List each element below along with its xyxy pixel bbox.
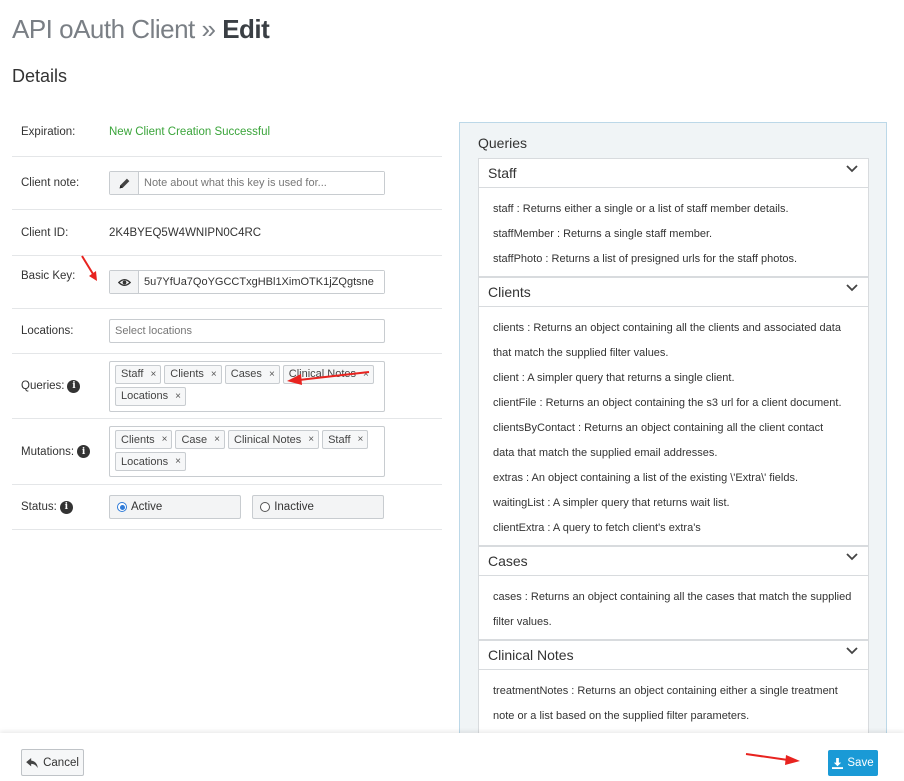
page-title-action: Edit <box>222 14 270 44</box>
remove-tag-icon[interactable]: × <box>308 434 314 445</box>
query-group-body-clinical-notes: treatmentNotes : Returns an object conta… <box>478 670 869 734</box>
download-icon <box>832 757 844 769</box>
status-label-wrap: Status: i <box>12 500 109 514</box>
page-title: API oAuth Client » Edit <box>12 14 270 45</box>
footer-bar: Cancel Save <box>0 733 904 781</box>
remove-tag-icon[interactable]: × <box>175 391 181 402</box>
query-description: cases : Returns an object containing all… <box>493 591 852 603</box>
eye-icon[interactable] <box>110 271 139 293</box>
basic-key-field <box>109 270 385 294</box>
mutations-label-wrap: Mutations: i <box>12 445 109 458</box>
cancel-button[interactable]: Cancel <box>21 749 84 776</box>
query-group-header-cases[interactable]: Cases <box>478 546 869 576</box>
info-icon[interactable]: i <box>59 500 73 514</box>
queries-row: Queries: i Staff × Clients × Cases × Clinic… <box>12 354 442 419</box>
query-description: client : A simpler query that returns a … <box>493 372 735 384</box>
status-label: Status: <box>21 501 57 513</box>
chevron-down-icon[interactable] <box>846 160 858 176</box>
queries-panel: Queries Staff staff : Returns either a s… <box>459 122 887 762</box>
query-description: clientExtra : A query to fetch client's … <box>493 522 701 534</box>
basic-key-input[interactable] <box>139 271 384 293</box>
queries-panel-title: Queries <box>478 135 528 151</box>
query-description: clientFile : Returns an object containin… <box>493 397 842 409</box>
query-group-body-cases: cases : Returns an object containing all… <box>478 576 869 640</box>
query-tag: Locations × <box>115 386 186 406</box>
client-note-label: Client note: <box>21 177 80 189</box>
remove-tag-icon[interactable]: × <box>358 434 364 445</box>
status-active-radio[interactable]: Active <box>109 495 241 519</box>
remove-tag-icon[interactable]: × <box>214 434 220 445</box>
query-description: staff : Returns either a single or a lis… <box>493 203 789 215</box>
client-id-label: Client ID: <box>21 226 69 239</box>
radio-checked-icon <box>117 502 127 512</box>
info-icon[interactable]: i <box>67 379 81 393</box>
query-tag: Clients × <box>164 364 222 384</box>
radio-unchecked-icon <box>260 502 271 512</box>
query-description: filter values. <box>493 616 552 628</box>
remove-tag-icon[interactable]: × <box>211 369 217 380</box>
locations-row: Locations: <box>12 309 442 354</box>
remove-tag-icon[interactable]: × <box>363 369 369 380</box>
expiration-label: Expiration: <box>21 126 76 138</box>
mutations-label: Mutations: <box>21 445 75 458</box>
locations-select[interactable] <box>109 319 385 343</box>
query-description: waitingList : A simpler query that retur… <box>493 497 730 509</box>
expiration-value: New Client Creation Successful <box>109 126 271 138</box>
query-group-body-staff: staff : Returns either a single or a lis… <box>478 188 869 277</box>
chevron-down-icon[interactable] <box>846 642 858 658</box>
remove-tag-icon[interactable]: × <box>269 369 275 380</box>
query-group-header-clinical-notes[interactable]: Clinical Notes <box>478 640 869 670</box>
basic-key-row: Basic Key: <box>12 256 442 309</box>
query-tag: Staff × <box>115 364 162 384</box>
client-id-row: Client ID: 2K4BYEQ5W4WNIPN0C4RC <box>12 210 442 256</box>
query-description: note or a list based on the supplied fil… <box>493 710 750 722</box>
mutations-row: Mutations: i Clients × Case × Clinical Not… <box>12 419 442 485</box>
query-description: that match the supplied filter values. <box>493 347 669 359</box>
query-description: extras : An object containing a list of … <box>493 472 799 484</box>
status-inactive-radio[interactable]: Inactive <box>252 495 385 519</box>
client-id-value: 2K4BYEQ5W4WNIPN0C4RC <box>109 226 262 239</box>
query-tag: Cases × <box>224 364 280 384</box>
query-group-header-clients[interactable]: Clients <box>478 277 869 307</box>
queries-label: Queries: <box>21 380 65 392</box>
query-group-body-clients: clients : Returns an object containing a… <box>478 307 869 546</box>
query-description: clients : Returns an object containing a… <box>493 322 841 334</box>
mutation-tag: Clinical Notes × <box>228 430 320 449</box>
remove-tag-icon[interactable]: × <box>150 369 156 380</box>
client-form: Expiration: New Client Creation Successf… <box>12 108 442 530</box>
pencil-icon[interactable] <box>110 172 139 194</box>
chevron-down-icon[interactable] <box>846 279 858 295</box>
reply-arrow-icon <box>26 757 38 768</box>
chevron-down-icon[interactable] <box>846 548 858 564</box>
mutation-tag: Case × <box>175 430 225 449</box>
locations-label: Locations: <box>21 325 74 337</box>
queries-label-wrap: Queries: i <box>12 379 109 393</box>
query-description: staffPhoto : Returns a list of presigned… <box>493 253 798 265</box>
page-title-prefix: API oAuth Client » <box>12 14 216 44</box>
client-note-row: Client note: <box>12 157 442 210</box>
query-description: treatmentNotes : Returns an object conta… <box>493 685 838 697</box>
mutations-tag-input[interactable]: Clients × Case × Clinical Notes × Staff × Lo… <box>109 426 385 477</box>
query-description: staffMember : Returns a single staff mem… <box>493 228 713 240</box>
remove-tag-icon[interactable]: × <box>175 456 181 467</box>
expiration-row: Expiration: New Client Creation Successf… <box>12 108 442 157</box>
client-note-field <box>109 171 385 195</box>
save-button[interactable]: Save <box>828 750 878 776</box>
queries-tag-input[interactable]: Staff × Clients × Cases × Clinical Notes × L… <box>109 360 385 412</box>
basic-key-label: Basic Key: <box>21 270 76 282</box>
query-description: data that match the supplied email addre… <box>493 447 718 459</box>
mutation-tag: Locations × <box>115 452 186 471</box>
status-row: Status: i Active Inactive <box>12 485 442 530</box>
query-group-header-staff[interactable]: Staff <box>478 158 869 188</box>
info-icon[interactable]: i <box>77 445 91 458</box>
remove-tag-icon[interactable]: × <box>162 434 168 445</box>
mutation-tag: Staff × <box>322 430 369 449</box>
query-description: clientsByContact : Returns an object con… <box>493 422 824 434</box>
mutation-tag: Clients × <box>115 430 173 449</box>
section-title: Details <box>12 66 68 86</box>
query-tag: Clinical Notes × <box>282 364 374 384</box>
client-note-input[interactable] <box>139 172 384 194</box>
